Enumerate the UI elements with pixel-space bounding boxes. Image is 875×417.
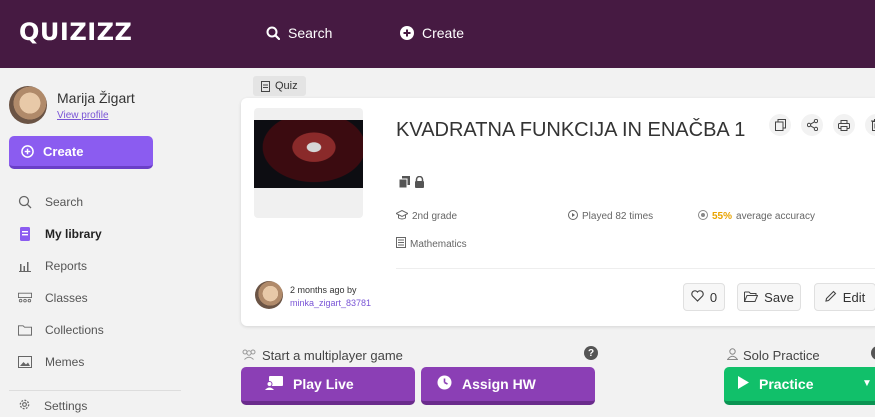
reports-icon [18,259,32,273]
quiz-toolbar [769,114,875,136]
library-icon [18,227,32,241]
image-icon [18,355,32,369]
help-icon[interactable] [871,346,875,360]
accuracy-stat: 55% average accuracy [698,210,815,223]
user-icon [726,348,739,363]
delete-icon[interactable] [865,114,875,136]
play-circle-icon [568,210,578,223]
sidebar-item-my-library[interactable]: My library [0,218,198,250]
heart-icon [691,289,704,305]
save-button[interactable]: Save [737,283,801,311]
clock-icon [437,375,452,393]
sidebar-divider [9,390,181,391]
edit-label: Edit [842,289,866,305]
folder-icon [18,323,32,337]
solo-practice-label: Solo Practice [726,348,820,363]
author-name-link[interactable]: minka_zigart_83781 [290,298,371,308]
nav-create-link[interactable]: Create [400,25,464,41]
like-count: 0 [709,289,718,305]
top-bar: QUIZIZZ Search Create [0,0,875,68]
gear-icon [18,398,31,414]
author-avatar[interactable] [255,281,283,309]
nav-search-label: Search [288,25,333,41]
sidebar-item-classes[interactable]: Classes [0,282,198,314]
nav-search-link[interactable]: Search [266,25,332,41]
copy-icon [398,176,410,191]
settings-label: Settings [44,399,88,413]
author-time: 2 months ago by [290,285,357,295]
plus-circle-icon [21,144,34,158]
avatar[interactable] [9,86,47,124]
sidebar-item-label: Classes [45,291,88,305]
create-label: Create [43,143,84,159]
play-icon [738,376,749,392]
graduation-cap-icon [394,209,410,223]
card-divider [396,268,875,269]
played-stat: Played 82 times [568,210,653,223]
quiz-cover-image [254,120,363,188]
sidebar-item-label: Reports [45,259,88,273]
solo-practice-text: Solo Practice [743,348,820,363]
accuracy-label: average accuracy [736,211,815,222]
folder-open-icon [744,290,759,305]
practice-button[interactable]: Practice [724,367,875,405]
chevron-down-icon[interactable]: ▼ [862,378,872,389]
quiz-thumbnail[interactable] [254,108,363,218]
plus-circle-icon [400,26,414,40]
classes-icon [18,291,32,305]
accuracy-value: 55% [712,211,733,222]
multiplayer-text: Start a multiplayer game [262,348,403,363]
multiplayer-label: Start a multiplayer game [241,348,403,363]
subject-stat: Mathematics [396,237,467,251]
assign-hw-button[interactable]: Assign HW [421,367,595,405]
profile-name: Marija Žigart [57,90,135,106]
edit-button[interactable]: Edit [814,283,875,311]
grade-stat: 2nd grade [394,209,458,223]
sidebar: Marija Žigart View profile Create Search… [0,68,198,417]
sidebar-item-collections[interactable]: Collections [0,314,198,346]
sidebar-item-label: Search [45,195,84,209]
help-icon[interactable]: ? [584,346,598,360]
save-label: Save [764,289,794,305]
practice-label: Practice [759,376,814,392]
target-icon [698,210,708,223]
sidebar-item-settings[interactable]: Settings [0,395,87,417]
print-icon[interactable] [833,114,855,136]
duplicate-icon[interactable] [769,114,791,136]
lock-icon [414,175,425,191]
quiz-tag-label: Quiz [275,80,298,92]
played-label: Played 82 times [582,211,654,222]
pencil-icon [825,290,837,305]
play-live-label: Play Live [293,376,354,392]
sidebar-item-reports[interactable]: Reports [0,250,198,282]
book-icon [396,237,406,251]
users-icon [241,348,257,363]
create-button[interactable]: Create [9,136,153,169]
sidebar-item-search[interactable]: Search [0,186,198,218]
assign-hw-label: Assign HW [462,376,536,392]
subject-label: Mathematics [410,238,467,250]
quiz-card: KVADRATNA FUNKCIJA IN ENAČBA 1 2nd grade… [241,98,875,326]
share-icon[interactable] [801,114,823,136]
sidebar-item-label: My library [45,227,102,241]
sidebar-item-memes[interactable]: Memes [0,346,198,378]
quiz-meta-icons [398,175,425,191]
view-profile-link[interactable]: View profile [57,110,109,121]
quizizz-logo[interactable]: QUIZIZZ [19,18,132,46]
grade-label: 2nd grade [412,211,458,222]
quiz-type-tag: Quiz [253,76,306,96]
search-icon [266,26,280,40]
quiz-title: KVADRATNA FUNKCIJA IN ENAČBA 1 [396,119,746,141]
live-screen-icon [265,375,283,393]
play-live-button[interactable]: Play Live [241,367,415,405]
search-icon [18,195,32,209]
nav-create-label: Create [422,25,465,41]
sidebar-nav: Search My library Reports Classes Collec… [0,186,198,378]
like-button[interactable]: 0 [683,283,725,311]
sidebar-item-label: Collections [45,323,104,337]
document-icon [261,80,270,92]
sidebar-item-label: Memes [45,355,85,369]
